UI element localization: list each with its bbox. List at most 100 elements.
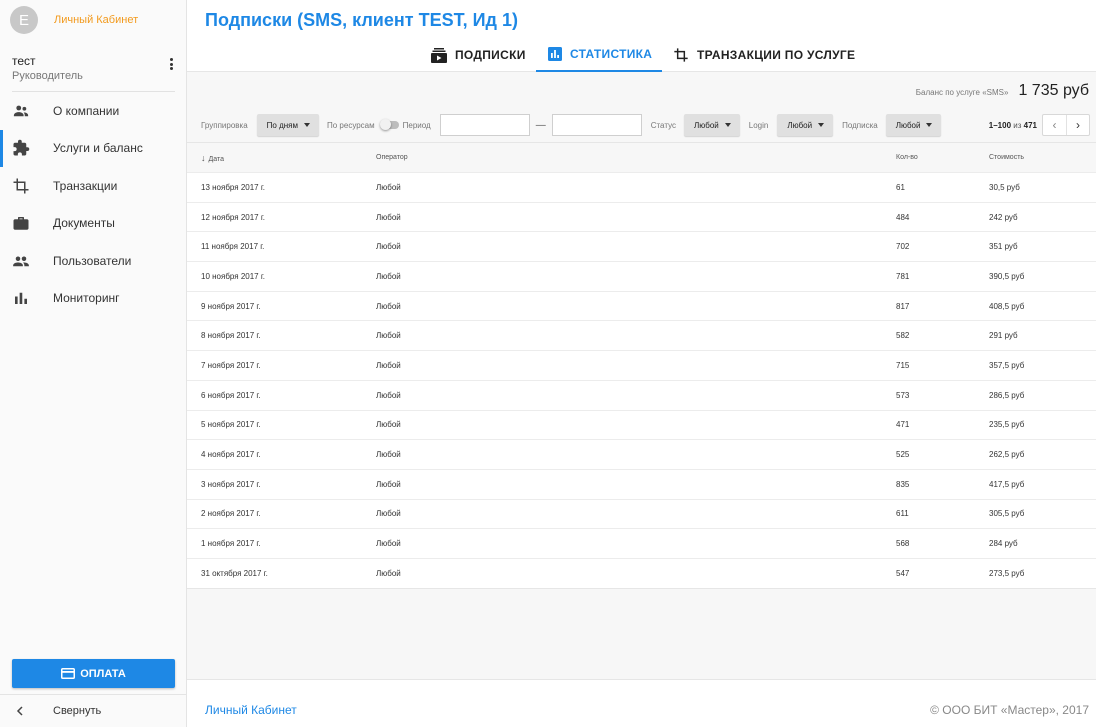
cell-cost: 351 руб — [989, 242, 1018, 252]
avatar[interactable]: E — [10, 6, 38, 34]
cell-date: 7 ноября 2017 г. — [201, 360, 261, 370]
subscription-dropdown[interactable]: Любой — [885, 114, 942, 136]
cell-cost: 291 руб — [989, 331, 1018, 341]
cell-operator: Любой — [376, 212, 401, 222]
pagination-buttons: ‹ › — [1042, 114, 1090, 136]
sidebar-item-monitoring[interactable]: Мониторинг — [0, 280, 187, 318]
cell-count: 781 — [896, 271, 910, 281]
cell-cost: 242 руб — [989, 212, 1018, 222]
cell-count: 702 — [896, 242, 910, 252]
cell-count: 484 — [896, 212, 910, 222]
caret-down-icon — [724, 123, 731, 127]
footer-cabinet-link[interactable]: Личный Кабинет — [205, 703, 297, 717]
cell-date: 6 ноября 2017 г. — [201, 390, 261, 400]
collapse-sidebar-button[interactable]: Свернуть — [0, 694, 186, 727]
more-vert-icon[interactable] — [166, 56, 176, 72]
by-resources-toggle[interactable] — [379, 119, 399, 130]
grouping-label: Группировка — [201, 120, 248, 130]
table-row[interactable]: 1 ноября 2017 г. Любой 568 284 руб — [187, 528, 1096, 558]
service-balance: Баланс по услуге «SMS» 1 735 руб — [916, 82, 1089, 100]
cell-operator: Любой — [376, 301, 401, 311]
sidebar-item-documents[interactable]: Документы — [0, 205, 187, 243]
cell-operator: Любой — [376, 360, 401, 370]
cell-cost: 30,5 руб — [989, 182, 1020, 192]
cell-cost: 273,5 руб — [989, 568, 1025, 578]
footer: Личный Кабинет © ООО БИТ «Мастер», 2017 — [187, 679, 1096, 727]
cabinet-title[interactable]: Личный Кабинет — [54, 14, 138, 26]
subscriptions-icon — [431, 47, 447, 63]
group-icon — [13, 256, 29, 266]
sidebar-item-label: О компании — [53, 103, 120, 118]
column-count-header[interactable]: Кол-во — [896, 154, 918, 161]
cell-cost: 408,5 руб — [989, 301, 1025, 311]
sidebar-item-users[interactable]: Пользователи — [0, 242, 187, 280]
cell-cost: 235,5 руб — [989, 420, 1025, 430]
table-row[interactable]: 10 ноября 2017 г. Любой 781 390,5 руб — [187, 261, 1096, 291]
login-dropdown[interactable]: Любой — [777, 114, 834, 136]
sidebar-item-transactions[interactable]: Транзакции — [0, 167, 187, 205]
cell-date: 11 ноября 2017 г. — [201, 242, 265, 252]
tab-service-transactions[interactable]: ТРАНЗАКЦИИ ПО УСЛУГЕ — [673, 38, 855, 72]
table-row[interactable]: 9 ноября 2017 г. Любой 817 408,5 руб — [187, 290, 1096, 321]
sidebar-header: E Личный Кабинет — [0, 0, 187, 40]
subscription-value: Любой — [895, 120, 921, 130]
app-root: E Личный Кабинет тест Руководитель О ком… — [0, 0, 1096, 727]
cell-operator: Любой — [376, 271, 401, 281]
period-start-input[interactable] — [439, 114, 530, 136]
column-cost-header[interactable]: Стоимость — [989, 154, 1024, 161]
table-row[interactable]: 2 ноября 2017 г. Любой 611 305,5 руб — [187, 498, 1096, 529]
pagination-info: 1–100 из 471 — [988, 120, 1037, 130]
tab-subscriptions[interactable]: ПОДПИСКИ — [431, 38, 526, 72]
cell-cost: 390,5 руб — [989, 271, 1025, 281]
sidebar-item-company[interactable]: О компании — [0, 92, 187, 130]
cell-count: 525 — [896, 450, 910, 460]
column-operator-header[interactable]: Оператор — [376, 154, 408, 161]
stats-icon — [548, 47, 562, 61]
table-row[interactable]: 4 ноября 2017 г. Любой 525 262,5 руб — [187, 439, 1096, 469]
cell-operator: Любой — [376, 539, 401, 549]
pay-button[interactable]: ОПЛАТА — [12, 659, 175, 688]
cell-count: 582 — [896, 331, 910, 341]
table-row[interactable]: 5 ноября 2017 г. Любой 471 235,5 руб — [187, 409, 1096, 440]
table-row[interactable]: 13 ноября 2017 г. Любой 61 30,5 руб — [187, 172, 1096, 202]
sidebar-item-label: Документы — [53, 216, 115, 231]
cell-count: 61 — [896, 182, 905, 192]
table-row[interactable]: 3 ноября 2017 г. Любой 835 417,5 руб — [187, 468, 1096, 499]
cell-count: 568 — [896, 539, 910, 549]
login-label: Login — [748, 120, 769, 130]
main-area: Подписки (SMS, клиент TEST, Ид 1) ПОДПИС… — [187, 0, 1096, 727]
cell-cost: 417,5 руб — [989, 479, 1025, 489]
cell-count: 835 — [896, 479, 910, 489]
sidebar-nav: О компании Услуги и баланс Транзакции До… — [0, 92, 187, 317]
table-row[interactable]: 6 ноября 2017 г. Любой 573 286,5 руб — [187, 379, 1096, 410]
sidebar-item-services[interactable]: Услуги и баланс — [0, 129, 187, 167]
status-value: Любой — [694, 120, 719, 130]
sidebar: E Личный Кабинет тест Руководитель О ком… — [0, 0, 187, 727]
table-body: 13 ноября 2017 г. Любой 61 30,5 руб 12 ноябр… — [187, 172, 1096, 588]
table-row[interactable]: 31 октября 2017 г. Любой 547 273,5 руб — [187, 557, 1096, 588]
period-end-input[interactable] — [551, 114, 642, 136]
next-page-button[interactable]: › — [1066, 115, 1089, 135]
crop-icon — [674, 48, 688, 62]
table-row[interactable]: 8 ноября 2017 г. Любой 582 291 руб — [187, 320, 1096, 350]
cell-date: 3 ноября 2017 г. — [201, 479, 261, 489]
table-row[interactable]: 12 ноября 2017 г. Любой 484 242 руб — [187, 201, 1096, 232]
column-date-header[interactable]: ↓ Дата — [201, 153, 224, 163]
caret-down-icon — [818, 123, 825, 127]
grouping-dropdown[interactable]: По дням — [256, 114, 319, 136]
cell-date: 8 ноября 2017 г. — [201, 331, 261, 341]
tab-statistics[interactable]: СТАТИСТИКА — [536, 38, 662, 72]
cell-cost: 305,5 руб — [989, 509, 1025, 519]
status-dropdown[interactable]: Любой — [684, 114, 740, 136]
cell-date: 12 ноября 2017 г. — [201, 212, 265, 222]
table-row[interactable]: 7 ноября 2017 г. Любой 715 357,5 руб — [187, 350, 1096, 380]
tab-label: ТРАНЗАКЦИИ ПО УСЛУГЕ — [697, 48, 856, 62]
divider — [187, 587, 1096, 589]
tab-label: ПОДПИСКИ — [455, 48, 526, 62]
prev-page-button[interactable]: ‹ — [1043, 115, 1066, 135]
crop-icon — [13, 178, 29, 194]
tab-bar: ПОДПИСКИ СТАТИСТИКА ТРАНЗАКЦИИ ПО УСЛУГЕ — [187, 38, 1096, 72]
sidebar-item-label: Мониторинг — [53, 291, 120, 306]
balance-value: 1 735 руб — [1018, 82, 1089, 99]
table-row[interactable]: 11 ноября 2017 г. Любой 702 351 руб — [187, 231, 1096, 261]
